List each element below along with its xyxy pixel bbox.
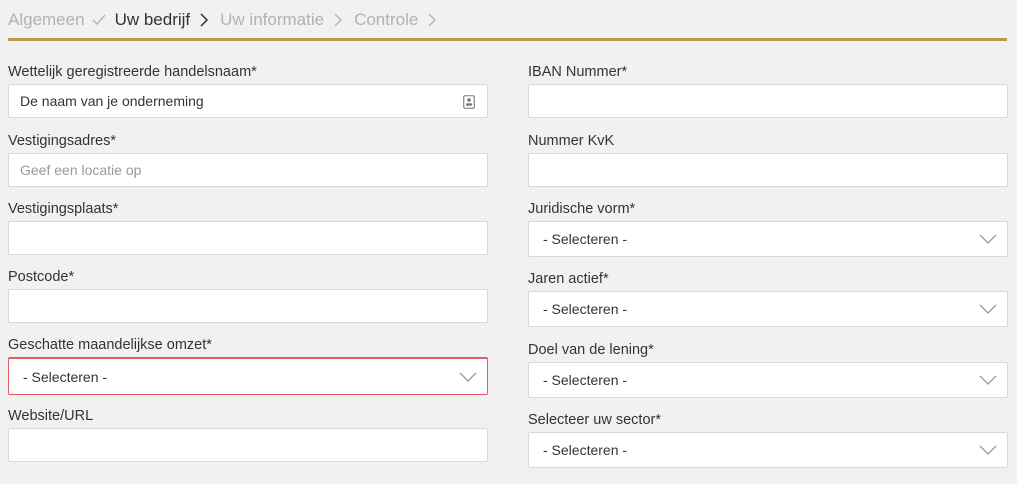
address-placeholder: Geef een locatie op	[20, 162, 142, 178]
years-active-selected: - Selecteren -	[543, 301, 628, 317]
website-input[interactable]	[8, 428, 488, 462]
step-label: Uw bedrijf	[114, 10, 191, 29]
chevron-down-icon	[979, 444, 997, 456]
step-uw-bedrijf[interactable]: Uw bedrijf	[115, 10, 221, 30]
legal-form-label: Juridische vorm*	[528, 201, 636, 217]
sector-field: Selecteer uw sector* - Selecteren -	[528, 410, 1008, 468]
step-label: Algemeen	[8, 10, 85, 29]
turnover-field: Geschatte maandelijkse omzet* - Selecter…	[8, 335, 488, 395]
iban-input[interactable]	[528, 84, 1008, 118]
kvk-label: Nummer KvK	[528, 133, 615, 149]
chevron-down-icon	[979, 374, 997, 386]
website-label: Website/URL	[8, 408, 94, 424]
sector-selected: - Selecteren -	[543, 442, 628, 458]
years-active-select[interactable]: - Selecteren -	[528, 291, 1008, 327]
kvk-input[interactable]	[528, 153, 1008, 187]
turnover-select[interactable]: - Selecteren -	[8, 357, 488, 395]
turnover-selected: - Selecteren -	[23, 368, 108, 385]
trade-name-field: Wettelijk geregistreerde handelsnaam* De…	[8, 62, 488, 118]
loan-purpose-label: Doel van de lening*	[528, 342, 654, 358]
years-active-field: Jaren actief* - Selecteren -	[528, 269, 1008, 327]
step-controle[interactable]: Controle	[354, 10, 448, 30]
turnover-label: Geschatte maandelijkse omzet*	[8, 337, 212, 353]
postcode-field: Postcode*	[8, 267, 488, 323]
header-divider	[8, 38, 1007, 41]
trade-name-value: De naam van je onderneming	[20, 93, 204, 109]
loan-purpose-select[interactable]: - Selecteren -	[528, 362, 1008, 398]
legal-form-selected: - Selecteren -	[543, 231, 628, 247]
chevron-right-icon	[425, 13, 439, 27]
trade-name-label: Wettelijk geregistreerde handelsnaam*	[8, 64, 257, 80]
postcode-label: Postcode*	[8, 269, 75, 285]
chevron-down-icon	[979, 233, 997, 245]
step-uw-informatie[interactable]: Uw informatie	[220, 10, 354, 30]
progress-steps: Algemeen Uw bedrijf Uw informatie Contro…	[8, 9, 448, 31]
postcode-input[interactable]	[8, 289, 488, 323]
sector-select[interactable]: - Selecteren -	[528, 432, 1008, 468]
city-input[interactable]	[8, 221, 488, 255]
step-label: Uw informatie	[220, 10, 325, 29]
legal-form-select[interactable]: - Selecteren -	[528, 221, 1008, 257]
legal-form-field: Juridische vorm* - Selecteren -	[528, 199, 1008, 257]
sector-label: Selecteer uw sector*	[528, 412, 661, 428]
loan-purpose-field: Doel van de lening* - Selecteren -	[528, 340, 1008, 398]
address-label: Vestigingsadres*	[8, 133, 117, 149]
chevron-right-icon	[331, 13, 345, 27]
contact-card-icon[interactable]	[463, 95, 475, 109]
address-field: Vestigingsadres* Geef een locatie op	[8, 131, 488, 187]
trade-name-input[interactable]: De naam van je onderneming	[8, 84, 488, 118]
chevron-down-icon	[979, 303, 997, 315]
step-label: Controle	[354, 10, 419, 29]
chevron-right-icon	[197, 13, 211, 27]
step-algemeen[interactable]: Algemeen	[8, 10, 115, 30]
address-input[interactable]: Geef een locatie op	[8, 153, 488, 187]
checkmark-icon	[92, 13, 106, 27]
iban-label: IBAN Nummer*	[528, 64, 628, 80]
iban-field: IBAN Nummer*	[528, 62, 1008, 118]
kvk-field: Nummer KvK	[528, 131, 1008, 187]
years-active-label: Jaren actief*	[528, 271, 609, 287]
chevron-down-icon	[459, 371, 477, 383]
city-field: Vestigingsplaats*	[8, 199, 488, 255]
city-label: Vestigingsplaats*	[8, 201, 119, 217]
loan-purpose-selected: - Selecteren -	[543, 372, 628, 388]
website-field: Website/URL	[8, 406, 488, 462]
